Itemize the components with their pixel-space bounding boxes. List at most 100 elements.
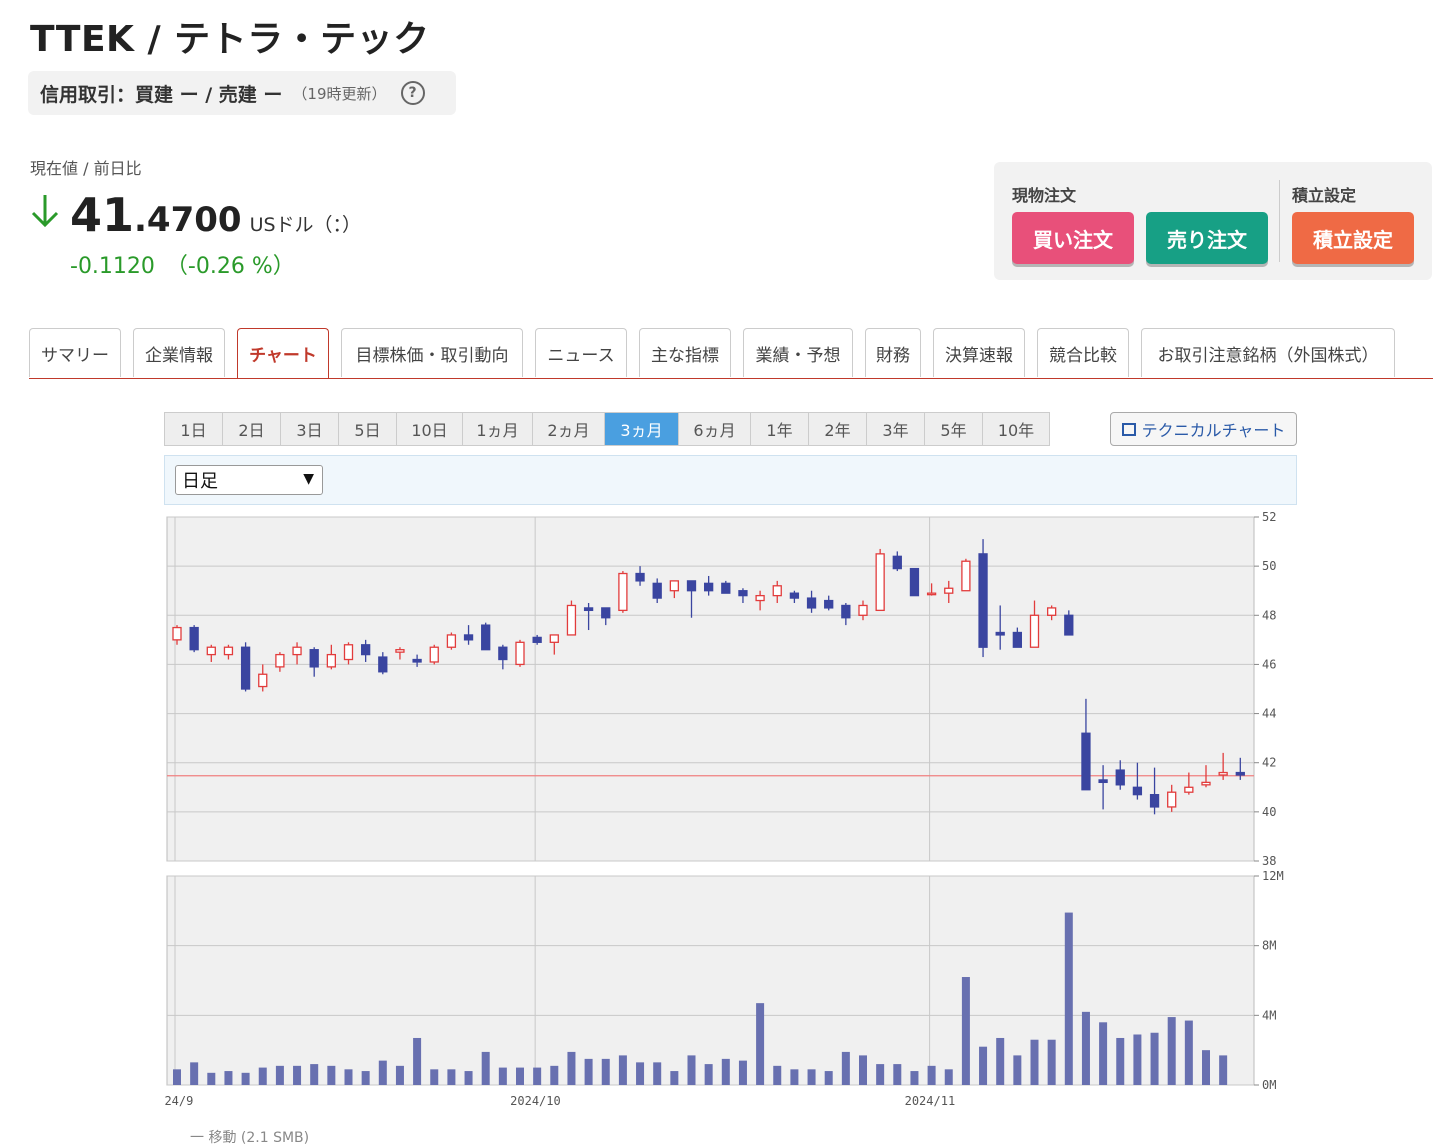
- sell-order-button[interactable]: 売り注文: [1146, 212, 1268, 264]
- tab-financials[interactable]: 財務: [865, 328, 921, 377]
- candle-body: [772, 585, 782, 597]
- buy-order-button[interactable]: 買い注文: [1012, 212, 1134, 264]
- candle-body: [206, 646, 216, 656]
- candle-body: [515, 641, 525, 666]
- range-1d[interactable]: 1日: [165, 413, 223, 445]
- price-tick-label: 42: [1262, 756, 1276, 770]
- volume-bar: [241, 1072, 250, 1085]
- candle-body: [446, 634, 457, 648]
- date-label: 2024/9: [164, 1094, 193, 1108]
- candle-body: [1064, 614, 1074, 636]
- range-3m[interactable]: 3ヵ月: [605, 413, 679, 445]
- candle-body: [1081, 732, 1091, 791]
- price-chart: 52 50 48 46 44 42 40 3812M 8M 4M 0M 2024/9 2024/10 20…: [164, 510, 1284, 1108]
- technical-chart-button[interactable]: テクニカルチャート: [1110, 412, 1297, 446]
- price-tick-label: 44: [1262, 707, 1276, 721]
- volume-bar: [344, 1069, 353, 1085]
- range-2m[interactable]: 2ヵ月: [533, 413, 605, 445]
- tab-company[interactable]: 企業情報: [133, 328, 225, 377]
- tab-flash-results[interactable]: 決算速報: [933, 328, 1025, 377]
- technical-chart-label: テクニカルチャート: [1141, 421, 1286, 440]
- tab-competitors[interactable]: 競合比較: [1037, 328, 1129, 377]
- accum-setting-button[interactable]: 積立設定: [1292, 212, 1414, 264]
- volume-bar: [464, 1071, 473, 1085]
- volume-bar: [807, 1069, 816, 1085]
- price-tick-label: 46: [1262, 657, 1276, 671]
- tab-summary[interactable]: サマリー: [29, 328, 121, 377]
- range-1m[interactable]: 1ヵ月: [463, 413, 533, 445]
- tab-earnings[interactable]: 業績・予想: [743, 328, 853, 377]
- candle-body: [875, 553, 885, 612]
- volume-bar: [498, 1067, 507, 1085]
- price-tick-label: 52: [1262, 510, 1276, 524]
- candle-body: [429, 646, 439, 663]
- volume-bar: [653, 1062, 662, 1085]
- candle-body: [223, 646, 234, 656]
- candle-body: [1029, 614, 1040, 648]
- volume-bar: [1116, 1037, 1125, 1085]
- candle-body: [549, 634, 559, 643]
- tab-target-price[interactable]: 目標株価・取引動向: [341, 328, 523, 377]
- range-6m[interactable]: 6ヵ月: [679, 413, 751, 445]
- volume-bar: [1167, 1017, 1176, 1085]
- volume-bar: [430, 1069, 439, 1085]
- order-divider: [1279, 180, 1280, 262]
- price-tick-label: 48: [1262, 608, 1276, 622]
- range-5d[interactable]: 5日: [339, 413, 397, 445]
- candle-body: [395, 649, 405, 653]
- range-3d[interactable]: 3日: [281, 413, 339, 445]
- volume-bar: [173, 1069, 181, 1085]
- candle-body: [172, 626, 182, 641]
- volume-bar: [618, 1055, 627, 1085]
- volume-bar: [944, 1069, 953, 1085]
- volume-bar: [824, 1071, 833, 1085]
- volume-bar: [841, 1051, 850, 1085]
- candle-body: [1167, 791, 1177, 808]
- candle-body: [1098, 779, 1108, 784]
- candle-body: [258, 673, 268, 688]
- volume-bar: [1064, 912, 1073, 1085]
- range-1y[interactable]: 1年: [751, 413, 809, 445]
- interval-bar: 日足 ▼: [164, 455, 1297, 505]
- volume-bar: [516, 1067, 524, 1085]
- candle-body: [1047, 607, 1057, 616]
- candle-body: [738, 590, 748, 597]
- tab-chart[interactable]: チャート: [237, 328, 329, 378]
- volume-bar: [1133, 1034, 1142, 1085]
- date-label: 2024/10: [510, 1094, 561, 1108]
- range-10y[interactable]: 10年: [983, 413, 1049, 445]
- candle-body: [326, 653, 337, 668]
- volume-bar: [207, 1072, 216, 1085]
- tab-caution-stocks[interactable]: お取引注意銘柄（外国株式）: [1141, 328, 1395, 377]
- candle-body: [892, 555, 902, 570]
- volume-bar: [1081, 1011, 1090, 1085]
- help-icon[interactable]: ?: [400, 81, 425, 105]
- range-5y[interactable]: 5年: [925, 413, 983, 445]
- volume-bar: [738, 1060, 747, 1085]
- volume-bar: [1219, 1055, 1228, 1085]
- price-tick-label: 40: [1262, 805, 1276, 819]
- volume-panel-bg: [166, 875, 1255, 1086]
- candle-body: [601, 607, 611, 619]
- arrow-down-icon: [31, 195, 59, 228]
- range-3y[interactable]: 3年: [867, 413, 925, 445]
- tab-news[interactable]: ニュース: [535, 328, 627, 377]
- candle-body: [858, 604, 868, 616]
- range-2y[interactable]: 2年: [809, 413, 867, 445]
- tab-indicators[interactable]: 主な指標: [639, 328, 731, 377]
- volume-bar: [413, 1037, 422, 1085]
- price-label: 現在値 / 前日比: [30, 159, 142, 178]
- candle-body: [412, 658, 422, 663]
- candle-body: [1184, 786, 1194, 793]
- volume-bar: [756, 1003, 765, 1085]
- interval-select[interactable]: 日足 ▼: [175, 465, 323, 495]
- range-2d[interactable]: 2日: [223, 413, 281, 445]
- range-10d[interactable]: 10日: [397, 413, 463, 445]
- volume-bar: [584, 1058, 593, 1085]
- volume-bar: [979, 1046, 988, 1085]
- volume-bar: [1047, 1039, 1056, 1085]
- candle-body: [1115, 769, 1125, 786]
- volume-bar: [567, 1051, 576, 1085]
- candle-body: [532, 636, 542, 643]
- candle-body: [360, 644, 371, 656]
